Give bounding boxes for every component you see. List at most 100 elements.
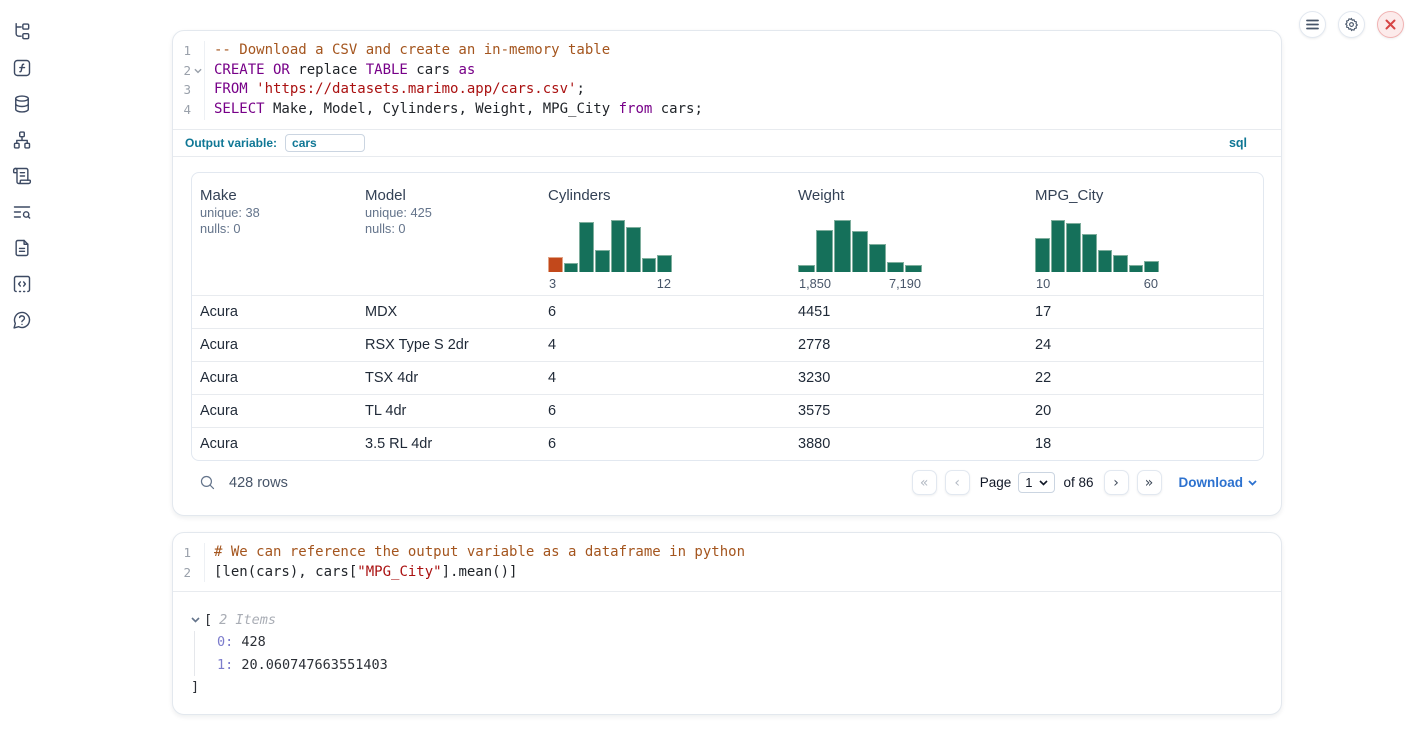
- settings-button[interactable]: [1338, 11, 1365, 38]
- histogram-bar[interactable]: [548, 257, 563, 272]
- table-row[interactable]: Acura3.5 RL 4dr6388018: [192, 427, 1263, 460]
- function-square-icon[interactable]: [12, 58, 32, 78]
- table-row[interactable]: AcuraTL 4dr6357520: [192, 394, 1263, 427]
- line-number: 3: [173, 80, 205, 100]
- code-text: CREATE OR replace TABLE cars as: [205, 61, 475, 81]
- table-cell: MDX: [357, 296, 540, 328]
- column-header[interactable]: Makeunique: 38nulls: 0: [192, 173, 357, 295]
- result-table: Makeunique: 38nulls: 0Modelunique: 425nu…: [191, 172, 1264, 461]
- search-icon[interactable]: [199, 474, 216, 491]
- table-body: AcuraMDX6445117AcuraRSX Type S 2dr427782…: [192, 295, 1263, 460]
- first-page-button[interactable]: «: [912, 470, 937, 495]
- prev-page-button[interactable]: ‹: [945, 470, 970, 495]
- python-output: [ 2 Items 0: 4281: 20.060747663551403 ]: [173, 591, 1281, 714]
- histogram-bar[interactable]: [1113, 255, 1128, 272]
- column-name: Make: [200, 187, 349, 205]
- code-line[interactable]: 3FROM 'https://datasets.marimo.app/cars.…: [173, 80, 1281, 100]
- output-variable-input[interactable]: [285, 134, 365, 152]
- column-name: MPG_City: [1035, 187, 1255, 205]
- dependency-graph-icon[interactable]: [12, 130, 32, 150]
- histogram-bar[interactable]: [852, 231, 869, 272]
- close-bracket: ]: [191, 676, 1263, 698]
- text-search-icon[interactable]: [12, 202, 32, 222]
- histogram-bar[interactable]: [626, 227, 641, 272]
- sql-code-editor[interactable]: 1-- Download a CSV and create an in-memo…: [173, 31, 1281, 129]
- last-page-button[interactable]: »: [1137, 470, 1162, 495]
- column-header[interactable]: Weight1,8507,190: [790, 173, 1027, 295]
- column-header[interactable]: Cylinders312: [540, 173, 790, 295]
- database-icon[interactable]: [12, 94, 32, 114]
- table-cell: 3.5 RL 4dr: [357, 428, 540, 460]
- histogram-bar[interactable]: [611, 220, 626, 272]
- histogram-bar[interactable]: [1051, 220, 1066, 272]
- table-cell: Acura: [192, 362, 357, 394]
- tree-entry[interactable]: 0: 428: [217, 631, 1263, 654]
- histogram-bar[interactable]: [564, 263, 579, 272]
- table-cell: Acura: [192, 428, 357, 460]
- column-header[interactable]: MPG_City1060: [1027, 173, 1263, 295]
- code-line[interactable]: 1-- Download a CSV and create an in-memo…: [173, 41, 1281, 61]
- histogram-bar[interactable]: [657, 255, 672, 272]
- column-histogram: 1,8507,190: [798, 220, 922, 291]
- column-stat: nulls: 0: [200, 221, 349, 238]
- histogram-bar[interactable]: [595, 250, 610, 272]
- histogram-bar[interactable]: [869, 244, 886, 272]
- tree-entry-key: 1:: [217, 657, 233, 673]
- file-tree-icon[interactable]: [12, 22, 32, 42]
- histogram-bar[interactable]: [1129, 265, 1144, 272]
- histogram-bar[interactable]: [1144, 261, 1159, 272]
- table-cell: Acura: [192, 395, 357, 427]
- histogram-bar[interactable]: [816, 230, 833, 272]
- histogram-bar[interactable]: [798, 265, 815, 272]
- table-cell: 4: [540, 362, 790, 394]
- histogram-bar[interactable]: [905, 265, 922, 272]
- histogram-bar[interactable]: [834, 220, 851, 272]
- sql-cell: 1-- Download a CSV and create an in-memo…: [172, 30, 1282, 516]
- code-line[interactable]: 2[len(cars), cars["MPG_City"].mean()]: [173, 563, 1281, 583]
- code-text: [len(cars), cars["MPG_City"].mean()]: [205, 563, 517, 583]
- download-label: Download: [1179, 475, 1244, 490]
- fold-chevron-icon: [191, 80, 204, 100]
- code-box-icon[interactable]: [12, 274, 32, 294]
- line-number: 2: [173, 563, 205, 583]
- next-page-button[interactable]: ›: [1104, 470, 1129, 495]
- tree-body: 0: 4281: 20.060747663551403: [194, 631, 1263, 676]
- notebook: 1-- Download a CSV and create an in-memo…: [172, 30, 1282, 715]
- table-row[interactable]: AcuraTSX 4dr4323022: [192, 361, 1263, 394]
- tree-collapse-toggle[interactable]: [191, 617, 203, 623]
- column-header[interactable]: Modelunique: 425nulls: 0: [357, 173, 540, 295]
- python-code-editor[interactable]: 1# We can reference the output variable …: [173, 533, 1281, 591]
- histogram-bar[interactable]: [1066, 223, 1081, 272]
- table-cell: 3575: [790, 395, 1027, 427]
- table-footer: 428 rows « ‹ Page 1 of 86 › » Download: [191, 461, 1264, 505]
- fold-chevron-icon[interactable]: [191, 61, 204, 81]
- gear-icon: [1344, 17, 1359, 32]
- histogram-bar[interactable]: [1082, 234, 1097, 272]
- shutdown-button[interactable]: [1377, 11, 1404, 38]
- histogram-bar[interactable]: [887, 262, 904, 272]
- fold-chevron-icon: [191, 41, 204, 61]
- histogram-bar[interactable]: [579, 222, 594, 272]
- code-line[interactable]: 1# We can reference the output variable …: [173, 543, 1281, 563]
- histogram-bar[interactable]: [1035, 238, 1050, 272]
- pagination: « ‹ Page 1 of 86 › » Download: [912, 470, 1257, 495]
- table-row[interactable]: AcuraMDX6445117: [192, 295, 1263, 328]
- code-line[interactable]: 4SELECT Make, Model, Cylinders, Weight, …: [173, 100, 1281, 120]
- column-stat: unique: 38: [200, 205, 349, 222]
- table-row[interactable]: AcuraRSX Type S 2dr4277824: [192, 328, 1263, 361]
- tree-entry[interactable]: 1: 20.060747663551403: [217, 654, 1263, 677]
- histogram-bar[interactable]: [642, 258, 657, 272]
- help-circle-icon[interactable]: [12, 310, 32, 330]
- histogram-min-label: 10: [1036, 276, 1050, 291]
- table-cell: TSX 4dr: [357, 362, 540, 394]
- histogram-min-label: 3: [549, 276, 556, 291]
- python-cell: 1# We can reference the output variable …: [172, 532, 1282, 715]
- menu-button[interactable]: [1299, 11, 1326, 38]
- scroll-icon[interactable]: [12, 166, 32, 186]
- download-button[interactable]: Download: [1179, 475, 1258, 490]
- histogram-bar[interactable]: [1098, 250, 1113, 272]
- tree-entry-value: 20.060747663551403: [241, 657, 387, 673]
- page-select[interactable]: 1: [1018, 472, 1055, 493]
- code-line[interactable]: 2CREATE OR replace TABLE cars as: [173, 61, 1281, 81]
- file-text-icon[interactable]: [12, 238, 32, 258]
